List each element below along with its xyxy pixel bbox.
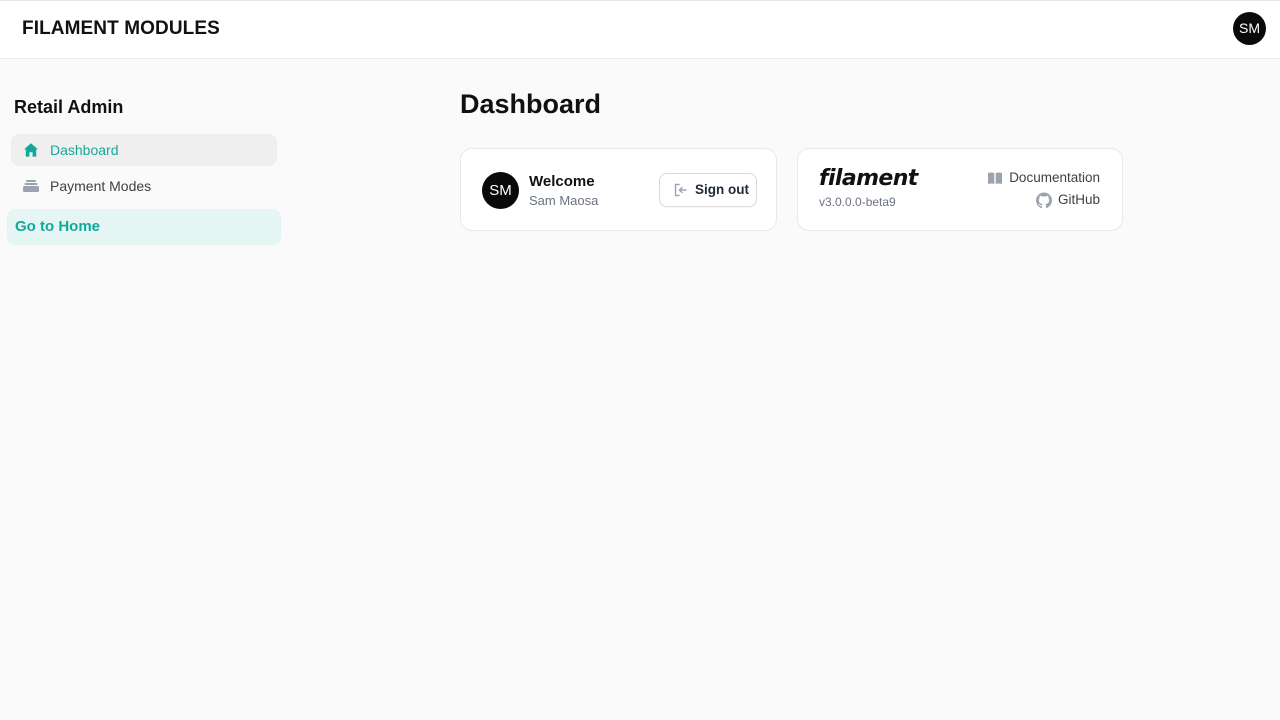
- github-label: GitHub: [1057, 192, 1100, 207]
- go-to-home-link[interactable]: Go to Home: [7, 209, 281, 245]
- user-avatar[interactable]: SM: [1233, 12, 1266, 45]
- sign-out-label: Sign out: [695, 182, 749, 197]
- sidebar-item-dashboard[interactable]: Dashboard: [11, 134, 277, 166]
- documentation-label: Documentation: [1009, 170, 1100, 185]
- github-icon: [1035, 192, 1052, 208]
- page-title: Dashboard: [460, 89, 602, 119]
- filament-info-card: filament v3.0.0.0-beta9 Documentation Gi…: [797, 148, 1123, 231]
- welcome-user-name: Sam Maosa: [529, 193, 599, 208]
- top-navbar: FILAMENT MODULES SM: [0, 0, 1280, 59]
- brand-title[interactable]: FILAMENT MODULES: [22, 18, 220, 40]
- payment-modes-icon: [22, 177, 40, 195]
- home-icon: [22, 141, 40, 159]
- sidebar-item-label: Dashboard: [50, 142, 119, 158]
- sign-out-icon: [672, 182, 688, 198]
- github-link[interactable]: GitHub: [1035, 192, 1100, 208]
- sidebar-item-payment-modes[interactable]: Payment Modes: [11, 170, 277, 202]
- filament-logo[interactable]: filament: [819, 166, 918, 192]
- sidebar-title: Retail Admin: [14, 97, 124, 117]
- documentation-link[interactable]: Documentation: [987, 170, 1100, 186]
- welcome-heading: Welcome: [529, 173, 595, 190]
- filament-version: v3.0.0.0-beta9: [819, 195, 896, 209]
- book-icon: [987, 170, 1003, 186]
- avatar: SM: [482, 172, 519, 209]
- welcome-card: SM Welcome Sam Maosa Sign out: [460, 148, 777, 231]
- sign-out-button[interactable]: Sign out: [659, 173, 757, 207]
- sidebar-item-label: Payment Modes: [50, 178, 152, 194]
